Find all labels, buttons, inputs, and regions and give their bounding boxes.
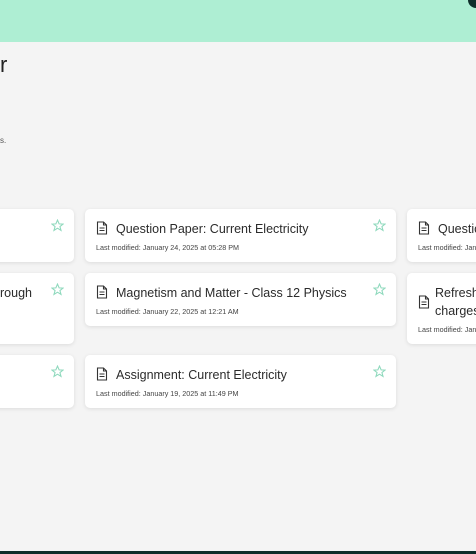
document-card[interactable]: Magnetism and Matter - Class 12 Physics … <box>85 273 396 326</box>
document-card-title: Questic <box>438 222 476 236</box>
document-icon <box>96 221 108 235</box>
document-card-title-line1: Refresh <box>435 286 476 300</box>
star-icon[interactable] <box>51 283 64 296</box>
document-icon <box>418 295 430 309</box>
document-card-left-3[interactable] <box>0 355 74 408</box>
document-card-meta: Last modified: Janu <box>418 325 476 334</box>
star-icon[interactable] <box>373 365 386 378</box>
document-card[interactable]: Question Paper: Current Electricity Last… <box>85 209 396 262</box>
document-card-meta: Last modified: January 24, 2025 at 05:28… <box>96 243 240 252</box>
star-icon[interactable] <box>373 219 386 232</box>
star-icon[interactable] <box>373 283 386 296</box>
document-card[interactable]: Assignment: Current Electricity Last mod… <box>85 355 396 408</box>
document-card-right-1[interactable]: Questic Last modified: Jan <box>407 209 476 262</box>
document-icon <box>96 367 108 381</box>
document-card-meta: Last modified: January 22, 2025 at 12:21… <box>96 307 239 316</box>
document-card-meta: Last modified: Jan <box>418 243 476 252</box>
page-title-fragment: r <box>0 52 8 77</box>
star-icon[interactable] <box>51 365 64 378</box>
document-card-title: rough <box>0 286 32 300</box>
document-card-left-2[interactable]: rough <box>0 273 74 344</box>
document-icon <box>96 285 108 299</box>
app-frame: r s. rough Question Paper: Current Elect… <box>0 0 476 554</box>
page-description-fragment: s. <box>0 136 7 145</box>
document-card-title-line2: charges <box>435 304 476 318</box>
document-card-meta: Last modified: January 19, 2025 at 11:49… <box>96 389 239 398</box>
document-icon <box>418 221 430 235</box>
document-card-title: Assignment: Current Electricity <box>116 368 287 382</box>
star-icon[interactable] <box>51 219 64 232</box>
top-banner <box>0 0 476 42</box>
document-card-title: Magnetism and Matter - Class 12 Physics <box>116 286 347 300</box>
document-card-title: Question Paper: Current Electricity <box>116 222 309 236</box>
document-card-right-2[interactable]: Refresh charges Last modified: Janu <box>407 273 476 344</box>
document-card-left-1[interactable] <box>0 209 74 262</box>
